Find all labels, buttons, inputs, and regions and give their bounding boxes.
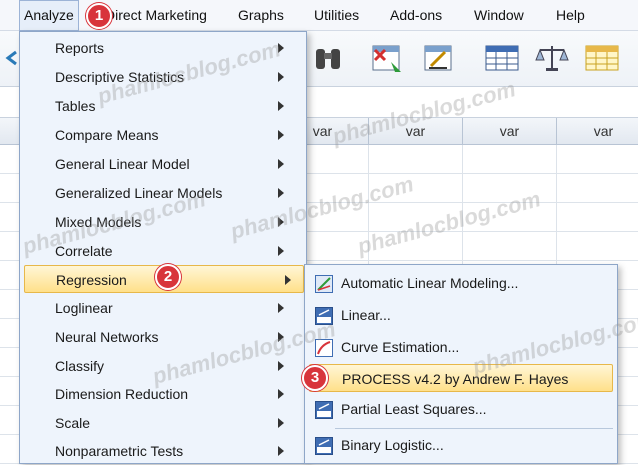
menu-item-label: Scale — [55, 415, 91, 431]
submenu-arrow-icon — [278, 361, 284, 371]
menu-item-label: Correlate — [55, 243, 113, 259]
submenu-arrow-icon — [278, 418, 284, 428]
curve-estimation-icon — [315, 338, 333, 357]
menu-direct-marketing[interactable]: Direct Marketing — [105, 0, 207, 31]
menu-item-label: Tables — [55, 98, 96, 114]
submenu-arrow-icon — [278, 159, 284, 169]
automatic-linear-icon — [315, 274, 333, 293]
menu-item-correlate[interactable]: Correlate — [30, 237, 298, 265]
binary-logistic-icon — [315, 436, 333, 455]
menu-item-label: Descriptive Statistics — [55, 69, 185, 85]
submenu-arrow-icon — [278, 246, 284, 256]
submenu-item-label: PROCESS v4.2 by Andrew F. Hayes — [342, 371, 569, 387]
menu-item-label: Generalized Linear Models — [55, 185, 223, 201]
menu-item-general-linear-model[interactable]: General Linear Model — [30, 150, 298, 178]
menu-item-reports[interactable]: Reports — [30, 34, 298, 62]
linear-icon — [315, 306, 333, 325]
menu-item-generalized-linear-models[interactable]: Generalized Linear Models — [30, 179, 298, 207]
submenu-item-curve-estimation[interactable]: Curve Estimation... — [309, 333, 613, 361]
menu-separator — [335, 428, 613, 429]
submenu-arrow-icon — [278, 217, 284, 227]
balance-scale-icon[interactable] — [532, 39, 572, 77]
submenu-item-partial-least-squares[interactable]: Partial Least Squares... — [309, 395, 613, 423]
submenu-arrow-icon — [278, 130, 284, 140]
submenu-arrow-icon — [278, 303, 284, 313]
data-grid-icon[interactable] — [482, 39, 522, 77]
menu-item-label: Classify — [55, 358, 105, 374]
column-header[interactable]: var — [556, 118, 638, 145]
submenu-item-automatic-linear-modeling[interactable]: Automatic Linear Modeling... — [309, 269, 613, 297]
submenu-item-label: Partial Least Squares... — [341, 401, 487, 417]
submenu-arrow-icon — [278, 72, 284, 82]
menu-item-label: Nonparametric Tests — [55, 443, 184, 459]
submenu-item-process[interactable]: PROCESS v4.2 by Andrew F. Hayes — [309, 364, 613, 392]
insert-cases-icon[interactable] — [368, 39, 408, 77]
menu-item-compare-means[interactable]: Compare Means — [30, 121, 298, 149]
menu-item-label: Regression — [56, 272, 127, 288]
menu-item-label: Neural Networks — [55, 329, 159, 345]
callout-badge: 3 — [302, 365, 328, 391]
callout-badge: 2 — [155, 264, 181, 290]
menu-item-nonparametric-tests[interactable]: Nonparametric Tests — [30, 437, 298, 465]
menu-analyze[interactable]: Analyze — [19, 0, 79, 31]
menu-item-mixed-models[interactable]: Mixed Models — [30, 208, 298, 236]
menu-item-label: Reports — [55, 40, 105, 56]
weight-cases-icon[interactable] — [420, 39, 460, 77]
menu-item-neural-networks[interactable]: Neural Networks — [30, 323, 298, 351]
menu-item-scale[interactable]: Scale — [30, 409, 298, 437]
menu-item-label: Mixed Models — [55, 214, 142, 230]
menu-utilities[interactable]: Utilities — [314, 0, 359, 31]
submenu-item-label: Linear... — [341, 307, 391, 323]
menu-item-label: Compare Means — [55, 127, 159, 143]
binoculars-icon[interactable] — [308, 39, 348, 77]
analyze-menu: Reports Descriptive Statistics Tables Co… — [19, 31, 307, 464]
submenu-item-label: Automatic Linear Modeling... — [341, 275, 519, 291]
submenu-arrow-icon — [278, 446, 284, 456]
menu-item-label: Loglinear — [55, 300, 113, 316]
submenu-arrow-icon — [278, 43, 284, 53]
regression-submenu: Automatic Linear Modeling... Linear... C… — [304, 264, 618, 464]
submenu-arrow-icon — [278, 101, 284, 111]
menu-item-classify[interactable]: Classify — [30, 352, 298, 380]
menu-window[interactable]: Window — [474, 0, 524, 31]
select-cases-icon[interactable] — [582, 39, 622, 77]
column-header[interactable]: var — [462, 118, 556, 145]
menu-item-descriptive-statistics[interactable]: Descriptive Statistics — [30, 63, 298, 91]
submenu-item-label: Binary Logistic... — [341, 437, 444, 453]
menu-add-ons[interactable]: Add-ons — [390, 0, 442, 31]
callout-badge: 1 — [86, 3, 112, 29]
submenu-item-linear[interactable]: Linear... — [309, 301, 613, 329]
submenu-item-label: Curve Estimation... — [341, 339, 460, 355]
menu-item-label: General Linear Model — [55, 156, 190, 172]
menu-item-dimension-reduction[interactable]: Dimension Reduction — [30, 380, 298, 408]
submenu-arrow-icon — [278, 188, 284, 198]
pls-icon — [315, 400, 333, 419]
submenu-item-binary-logistic[interactable]: Binary Logistic... — [309, 431, 613, 459]
menu-item-label: Dimension Reduction — [55, 386, 189, 402]
menu-help[interactable]: Help — [556, 0, 585, 31]
submenu-arrow-icon — [278, 389, 284, 399]
menu-item-loglinear[interactable]: Loglinear — [30, 294, 298, 322]
menu-graphs[interactable]: Graphs — [238, 0, 284, 31]
submenu-arrow-icon — [285, 275, 291, 285]
submenu-arrow-icon — [278, 332, 284, 342]
column-header[interactable]: var — [368, 118, 462, 145]
menu-item-tables[interactable]: Tables — [30, 92, 298, 120]
